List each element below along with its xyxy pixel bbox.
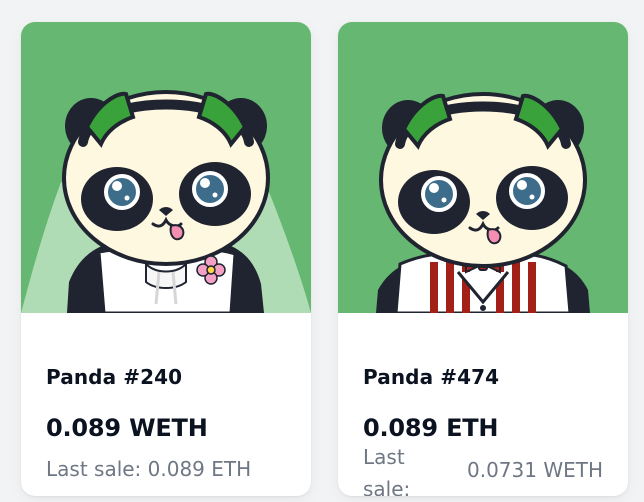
last-sale: Last sale: 0.089 ETH: [46, 457, 252, 481]
panda-illustration: [376, 92, 590, 313]
nft-price: 0.089 WETH: [46, 414, 208, 442]
last-sale-value: 0.0731 WETH: [466, 458, 603, 482]
nft-image[interactable]: [338, 22, 628, 313]
nft-name: Panda #474: [363, 365, 500, 389]
nft-price: 0.089 ETH: [363, 414, 499, 442]
nft-name: Panda #240: [46, 365, 183, 389]
last-sale-label: Last sale:: [363, 445, 411, 496]
nft-image[interactable]: [21, 22, 311, 313]
nft-card-panda-240[interactable]: Panda #240 0.089 WETH Last sale: 0.089 E…: [21, 22, 311, 496]
nft-meta: Panda #474 0.089 ETH Last sale: 0.0731 W…: [338, 313, 628, 496]
nft-meta: Panda #240 0.089 WETH Last sale: 0.089 E…: [21, 313, 311, 496]
nft-grid: Panda #240 0.089 WETH Last sale: 0.089 E…: [0, 0, 644, 502]
nft-card-panda-474[interactable]: Panda #474 0.089 ETH Last sale: 0.0731 W…: [338, 22, 628, 496]
panda-illustration: [21, 90, 311, 313]
